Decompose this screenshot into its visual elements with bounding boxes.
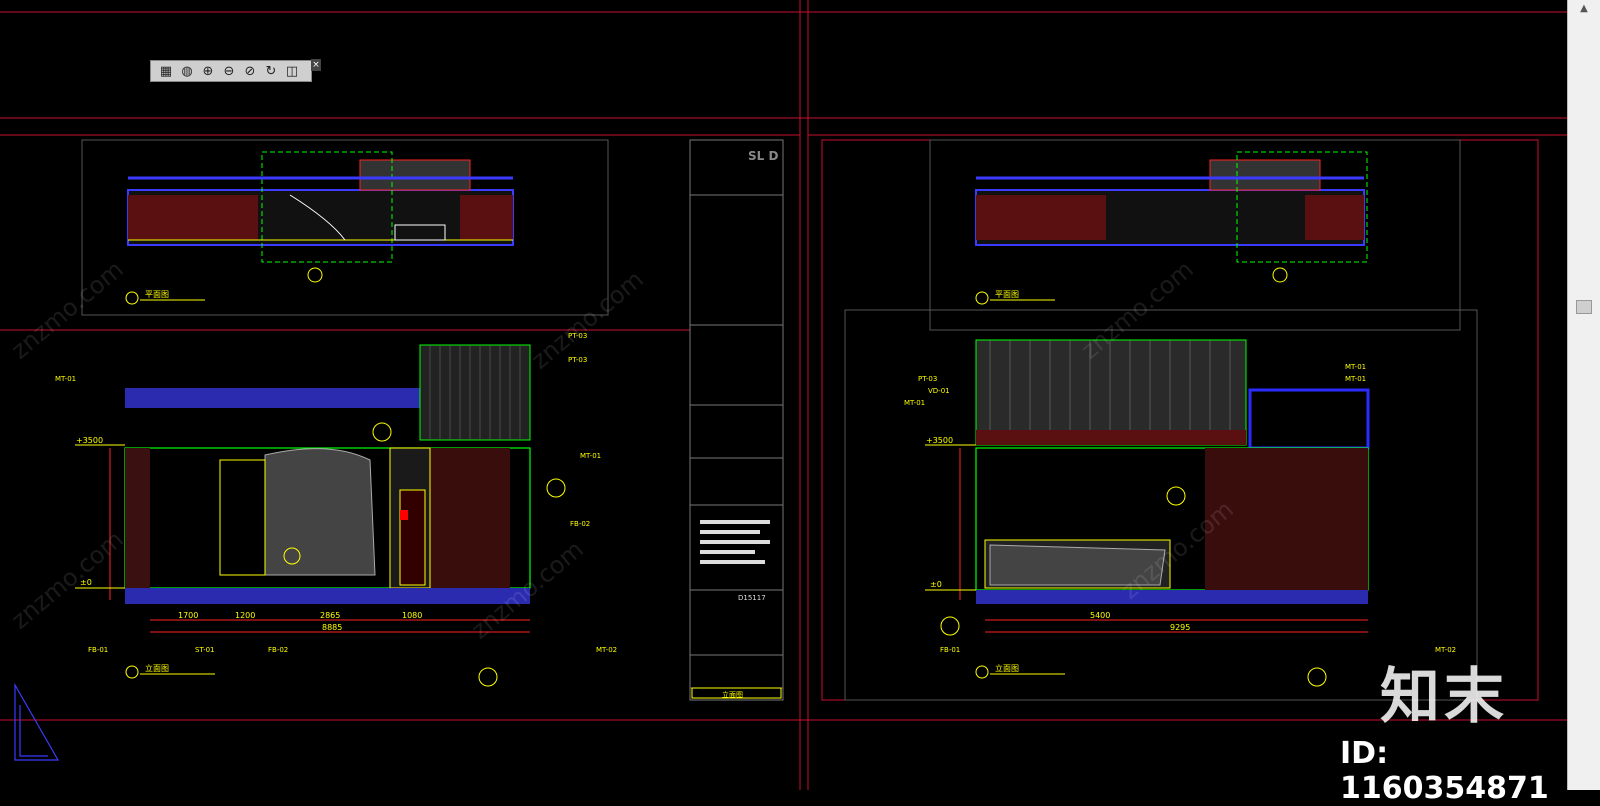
left-bottom-code-3: FB-02 <box>268 646 288 654</box>
right-dim-1: 5400 <box>1090 611 1110 620</box>
left-plan-title: 平面图 <box>145 290 169 299</box>
title-block: SL D D15117 立面图 <box>689 139 784 701</box>
right-code-mt-r2: MT-01 <box>1345 375 1366 383</box>
title-block-sheet-no: D15117 <box>738 594 766 602</box>
left-dim-3: 2865 <box>320 611 340 620</box>
right-bottom-code-1: FB-01 <box>940 646 960 654</box>
left-dim-1: 1700 <box>178 611 198 620</box>
scroll-up-icon[interactable]: ▲ <box>1576 2 1592 16</box>
title-block-title: 立面图 <box>722 690 743 699</box>
right-code-pt: PT-03 <box>918 375 937 383</box>
rotate-icon[interactable]: ↻ <box>262 62 280 80</box>
right-code-mt: MT-01 <box>904 399 925 407</box>
orbit-toolbar: ▦ ◍ ⊕ ⊖ ⊘ ↻ ◫ × <box>150 59 321 82</box>
left-code-mt: MT-01 <box>580 452 601 460</box>
watermark-logo: 知末 <box>1380 662 1508 732</box>
right-level-zero: ±0 <box>930 580 942 589</box>
left-elev-title: 立面图 <box>145 663 169 673</box>
left-bottom-code-1: FB-01 <box>88 646 108 654</box>
left-bottom-code-2: ST-01 <box>195 646 215 654</box>
view-cube-icon[interactable]: ▦ <box>157 62 175 80</box>
right-plan-title: 平面图 <box>995 290 1019 299</box>
left-dim-2: 1200 <box>235 611 255 620</box>
no-symbol-icon[interactable]: ⊘ <box>241 62 259 80</box>
left-bottom-code-7: MT-02 <box>596 646 617 654</box>
right-code-vd: VD-01 <box>928 387 950 395</box>
close-icon[interactable]: × <box>311 59 321 71</box>
vertical-scrollbar[interactable]: ▲ <box>1567 0 1600 790</box>
watermark-id: ID: 1160354871 <box>1340 736 1549 806</box>
sphere-add-icon[interactable]: ⊕ <box>199 62 217 80</box>
left-dim-4: 1080 <box>402 611 422 620</box>
right-elev-title: 立面图 <box>995 663 1019 673</box>
left-code-1: MT-01 <box>55 375 76 383</box>
left-code-fb: FB-02 <box>570 520 590 528</box>
sphere-icon[interactable]: ◍ <box>178 62 196 80</box>
right-level-top: +3500 <box>926 436 953 445</box>
left-dim-total: 8885 <box>322 623 342 632</box>
left-level-top: +3500 <box>76 436 103 445</box>
box-icon[interactable]: ◫ <box>283 62 301 80</box>
sphere-remove-icon[interactable]: ⊖ <box>220 62 238 80</box>
right-code-mt-r1: MT-01 <box>1345 363 1366 371</box>
right-dim-total: 9295 <box>1170 623 1190 632</box>
cad-drawing-canvas[interactable]: 平面图 +3500 ±0 8885 1700 1200 2865 1080 立面… <box>0 0 1568 790</box>
left-code-pt2: PT-03 <box>568 356 587 364</box>
scroll-thumb[interactable] <box>1576 300 1592 314</box>
title-block-logo: SL D <box>748 149 778 163</box>
